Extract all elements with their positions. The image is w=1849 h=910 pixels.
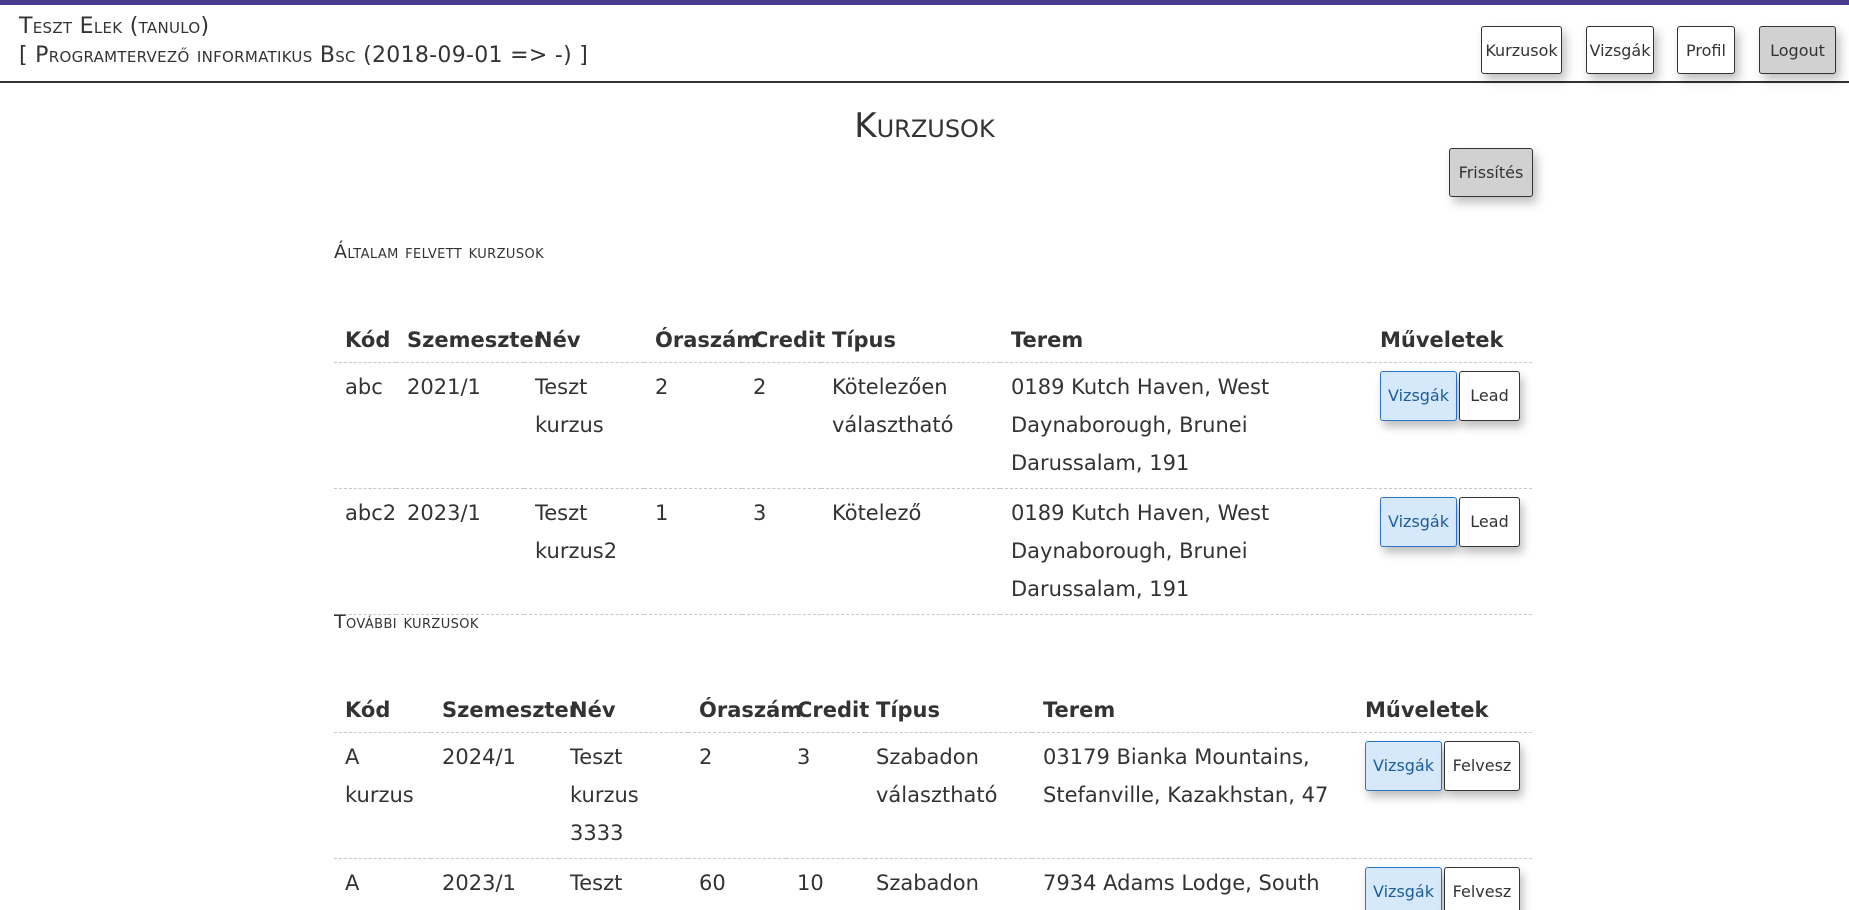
- table-row: A kurzus 2024/1 Teszt kurzus 3333 2 3 Sz…: [334, 732, 1532, 859]
- column-header-actions: Műveletek: [1354, 687, 1532, 733]
- cell-credit: 3: [786, 732, 865, 859]
- header-bar: Teszt Elek (tanulo) [ Programtervező inf…: [0, 5, 1849, 83]
- cell-semester: 2023/1: [396, 488, 524, 615]
- column-header-semester: Szemeszter: [431, 687, 579, 733]
- column-header-credit: Credit: [742, 317, 825, 363]
- exams-button[interactable]: Vizsgák: [1365, 740, 1442, 791]
- table-row: abc2 2023/1 Teszt kurzus2 1 3 Kötelező 0…: [334, 488, 1532, 615]
- page-root: Teszt Elek (tanulo) [ Programtervező inf…: [0, 0, 1849, 910]
- cell-name: Teszt: [559, 858, 688, 910]
- cell-credit: 3: [742, 488, 821, 615]
- cell-code: abc: [334, 362, 396, 489]
- table-row: abc 2021/1 Teszt kurzus 2 2 Kötelezően v…: [334, 362, 1532, 489]
- cell-actions: Vizsgák Lead: [1369, 488, 1532, 615]
- cell-semester: 2023/1: [431, 858, 559, 910]
- column-header-room: Terem: [1000, 317, 1369, 363]
- cell-semester: 2021/1: [396, 362, 524, 489]
- cell-room: 7934 Adams Lodge, South: [1032, 858, 1354, 910]
- exams-button[interactable]: Vizsgák: [1380, 496, 1457, 547]
- cell-semester: 2024/1: [431, 732, 559, 859]
- cell-hours: 2: [688, 732, 786, 859]
- user-name: Teszt Elek (tanulo): [19, 14, 210, 39]
- other-courses-table: Kód Szemeszter Név Óraszám Credit Típus …: [334, 687, 1532, 910]
- cell-room: 0189 Kutch Haven, West Daynaborough, Bru…: [1000, 362, 1369, 489]
- cell-room: 03179 Bianka Mountains, Stefanville, Kaz…: [1032, 732, 1354, 859]
- refresh-button[interactable]: Frissítés: [1449, 148, 1533, 197]
- cell-name: Teszt kurzus: [524, 362, 644, 489]
- cell-actions: Vizsgák Felvesz: [1354, 732, 1532, 859]
- logout-button[interactable]: Logout: [1759, 26, 1836, 74]
- enrolled-courses-table: Kód Szemeszter Név Óraszám Credit Típus …: [334, 317, 1532, 615]
- nav-profile-button[interactable]: Profil: [1677, 26, 1735, 74]
- column-header-actions: Műveletek: [1369, 317, 1532, 363]
- column-header-hours: Óraszám: [688, 687, 802, 733]
- table-header-row: Kód Szemeszter Név Óraszám Credit Típus …: [334, 317, 1532, 363]
- cell-type: Kötelezően választható: [821, 362, 1000, 489]
- table-header-row: Kód Szemeszter Név Óraszám Credit Típus …: [334, 687, 1532, 733]
- drop-course-button[interactable]: Lead: [1459, 496, 1520, 547]
- cell-type: Kötelező: [821, 488, 1000, 615]
- cell-name: Teszt kurzus 3333: [559, 732, 688, 859]
- column-header-name: Név: [524, 317, 644, 363]
- drop-course-button[interactable]: Lead: [1459, 370, 1520, 421]
- column-header-room: Terem: [1032, 687, 1354, 733]
- column-header-code: Kód: [334, 687, 431, 733]
- table-row: A 2023/1 Teszt 60 10 Szabadon 7934 Adams…: [334, 858, 1532, 910]
- column-header-type: Típus: [821, 317, 1000, 363]
- cell-name: Teszt kurzus2: [524, 488, 644, 615]
- cell-hours: 1: [644, 488, 742, 615]
- cell-hours: 2: [644, 362, 742, 489]
- cell-actions: Vizsgák Lead: [1369, 362, 1532, 489]
- cell-actions: Vizsgák Felvesz: [1354, 858, 1532, 910]
- cell-type: Szabadon választható: [865, 732, 1032, 859]
- column-header-type: Típus: [865, 687, 1032, 733]
- other-section-title: További kurzusok: [334, 611, 479, 633]
- page-title: Kurzusok: [854, 106, 995, 146]
- nav-courses-button[interactable]: Kurzusok: [1481, 26, 1562, 74]
- column-header-hours: Óraszám: [644, 317, 758, 363]
- cell-hours: 60: [688, 858, 786, 910]
- cell-credit: 2: [742, 362, 821, 489]
- column-header-credit: Credit: [786, 687, 869, 733]
- cell-type: Szabadon: [865, 858, 1032, 910]
- column-header-semester: Szemeszter: [396, 317, 544, 363]
- nav-exams-button[interactable]: Vizsgák: [1586, 26, 1654, 74]
- cell-code: A: [334, 858, 431, 910]
- user-program: [ Programtervező informatikus Bsc (2018-…: [19, 43, 589, 68]
- column-header-code: Kód: [334, 317, 396, 363]
- exams-button[interactable]: Vizsgák: [1365, 866, 1442, 910]
- enroll-course-button[interactable]: Felvesz: [1444, 740, 1520, 791]
- cell-code: A kurzus: [334, 732, 431, 859]
- cell-credit: 10: [786, 858, 865, 910]
- cell-code: abc2: [334, 488, 396, 615]
- enroll-course-button[interactable]: Felvesz: [1444, 866, 1520, 910]
- exams-button[interactable]: Vizsgák: [1380, 370, 1457, 421]
- column-header-name: Név: [559, 687, 688, 733]
- cell-room: 0189 Kutch Haven, West Daynaborough, Bru…: [1000, 488, 1369, 615]
- enrolled-section-title: Általam felvett kurzusok: [334, 241, 545, 263]
